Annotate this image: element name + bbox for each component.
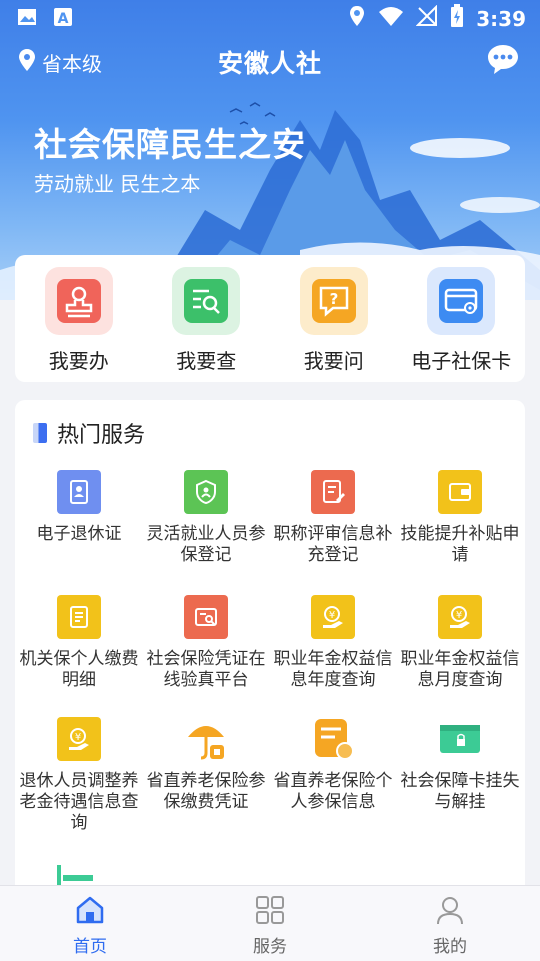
service-label: 电子退休证	[36, 524, 122, 544]
doc-badge-icon	[311, 717, 355, 761]
svg-text:¥: ¥	[329, 610, 335, 621]
grid-icon	[256, 896, 284, 924]
service-label: 职称评审信息补充登记	[273, 524, 393, 565]
id-card-icon	[57, 470, 101, 514]
banner-subslogan: 劳动就业 民生之本	[34, 172, 201, 196]
clock: 3:39	[476, 6, 526, 31]
quick-action-label: 我要查	[176, 349, 237, 373]
no-signal-icon	[415, 4, 438, 32]
quick-action-handle[interactable]: 我要办	[15, 255, 143, 382]
stamp-icon	[44, 267, 113, 335]
quick-action-label: 我要办	[48, 349, 109, 373]
question-chat-icon: ?	[299, 267, 368, 335]
tab-services[interactable]: 服务	[180, 886, 360, 961]
umbrella-icon	[184, 717, 228, 761]
location-pin-icon	[18, 48, 36, 77]
service-label: 省直养老保险个人参保信息	[273, 771, 393, 812]
svg-text:?: ?	[329, 290, 338, 308]
top-bar: 安徽人社 省本级	[0, 40, 540, 84]
card-icon	[427, 267, 496, 335]
image-notification-icon	[16, 6, 38, 33]
service-label: 职业年金权益信息年度查询	[273, 649, 393, 690]
service-skill-subsidy[interactable]: 技能提升补贴申请	[396, 470, 524, 566]
service-retirement-cert[interactable]: 电子退休证	[15, 470, 143, 545]
tab-label: 我的	[433, 937, 467, 957]
service-card-loss-report[interactable]: 社会保障卡挂失与解挂	[396, 717, 524, 813]
quick-action-label: 电子社保卡	[411, 349, 512, 373]
quick-action-ask[interactable]: ? 我要问	[270, 255, 398, 382]
quick-action-query[interactable]: 我要查	[143, 255, 271, 382]
message-button[interactable]	[486, 42, 520, 80]
wifi-icon	[378, 5, 404, 32]
lock-card-icon	[438, 717, 482, 761]
location-selector[interactable]: 省本级	[18, 48, 102, 77]
tab-label: 服务	[253, 937, 287, 957]
service-label: 职业年金权益信息月度查询	[400, 649, 520, 690]
svg-text:A: A	[58, 11, 69, 27]
app-notification-icon: A	[52, 6, 74, 33]
service-label: 技能提升补贴申请	[400, 524, 520, 565]
person-icon	[437, 897, 463, 925]
verify-icon	[184, 595, 228, 639]
service-label: 退休人员调整养老金待遇信息查询	[19, 771, 139, 833]
service-label: 灵活就业人员参保登记	[146, 524, 266, 565]
coin-hand-icon: ¥	[311, 595, 355, 639]
service-agency-payment[interactable]: 机关保个人缴费明细	[15, 595, 143, 691]
location-label: 省本级	[42, 52, 102, 76]
quick-action-label: 我要问	[303, 349, 364, 373]
shield-person-icon	[184, 470, 228, 514]
hot-services-header: 热门服务	[33, 417, 145, 449]
coin-hand-icon: ¥	[438, 595, 482, 639]
bottom-tab-bar: 首页 服务 我的	[0, 885, 540, 961]
coin-hand-icon: ¥	[57, 717, 101, 761]
quick-action-social-card[interactable]: 电子社保卡	[398, 255, 526, 382]
location-status-icon	[348, 4, 366, 33]
service-pension-adjustment[interactable]: ¥ 退休人员调整养老金待遇信息查询	[15, 717, 143, 834]
status-bar: A 3:39	[0, 0, 540, 36]
hot-services-panel: 热门服务 电子退休证 灵活就业人员参保登记 职称评审信息补充登记 技能提升补贴申…	[15, 400, 525, 900]
service-annuity-yearly[interactable]: ¥ 职业年金权益信息年度查询	[269, 595, 397, 691]
service-title-review[interactable]: 职称评审信息补充登记	[269, 470, 397, 566]
svg-text:¥: ¥	[75, 732, 81, 743]
service-label: 省直养老保险参保缴费凭证	[146, 771, 266, 812]
svg-text:¥: ¥	[456, 610, 462, 621]
service-pension-personal-info[interactable]: 省直养老保险个人参保信息	[269, 717, 397, 813]
battery-icon	[450, 4, 464, 33]
service-flexible-employment[interactable]: 灵活就业人员参保登记	[142, 470, 270, 566]
tab-mine[interactable]: 我的	[360, 886, 540, 961]
document-icon	[57, 595, 101, 639]
service-annuity-monthly[interactable]: ¥ 职业年金权益信息月度查询	[396, 595, 524, 691]
service-pension-payment-cert[interactable]: 省直养老保险参保缴费凭证	[142, 717, 270, 813]
service-certificate-verify[interactable]: 社会保险凭证在线验真平台	[142, 595, 270, 691]
quick-actions: 我要办 我要查 ? 我要问 电子社保卡	[15, 255, 525, 382]
section-marker	[33, 423, 47, 443]
service-label: 社会保险凭证在线验真平台	[146, 649, 266, 690]
service-label: 社会保障卡挂失与解挂	[400, 771, 520, 812]
tab-home[interactable]: 首页	[0, 886, 180, 961]
chat-bubble-icon	[486, 45, 520, 80]
search-list-icon	[172, 267, 241, 335]
edit-doc-icon	[311, 470, 355, 514]
home-icon	[76, 896, 104, 924]
tab-label: 首页	[73, 937, 107, 957]
section-title: 热门服务	[57, 423, 146, 448]
service-label: 机关保个人缴费明细	[19, 649, 139, 690]
banner-slogan: 社会保障民生之安	[34, 125, 306, 164]
wallet-icon	[438, 470, 482, 514]
